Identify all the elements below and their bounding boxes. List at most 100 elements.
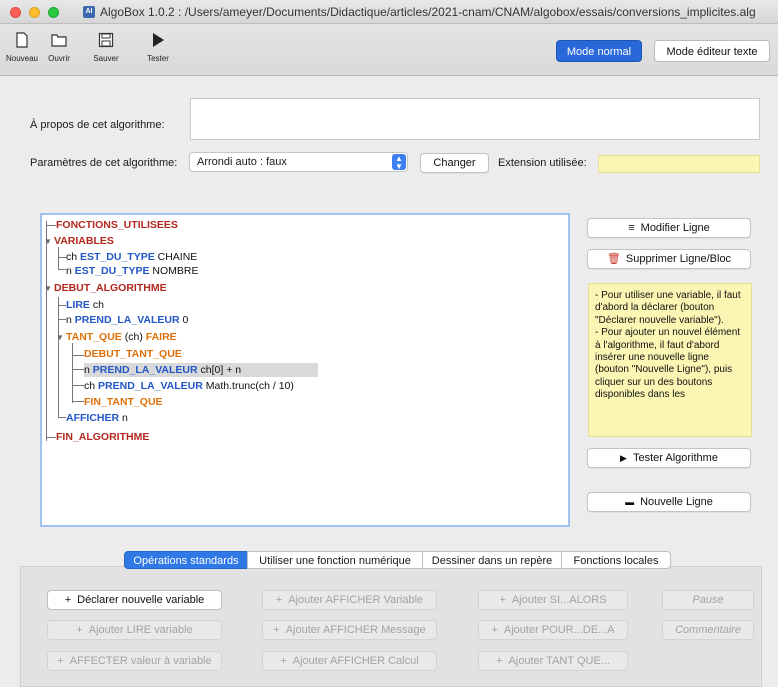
disclosure-triangle-icon[interactable]: ▼ bbox=[44, 235, 54, 249]
tree-line[interactable]: n PREND_LA_VALEUR 0 bbox=[66, 313, 188, 327]
add-while-label: Ajouter TANT QUE... bbox=[508, 655, 610, 667]
extension-field[interactable] bbox=[598, 155, 760, 173]
tree-keyword: FIN_ALGORITHME bbox=[56, 431, 150, 443]
tree-variable: n bbox=[66, 265, 72, 277]
declare-variable-button[interactable]: + Déclarer nouvelle variable bbox=[47, 590, 222, 610]
new-line-button[interactable]: ▬ Nouvelle Ligne bbox=[587, 492, 751, 512]
comment-button[interactable]: Commentaire bbox=[662, 620, 754, 640]
new-line-label: Nouvelle Ligne bbox=[640, 496, 713, 508]
tree-connector bbox=[72, 343, 73, 403]
add-for-button[interactable]: + Ajouter POUR...DE...A bbox=[478, 620, 628, 640]
parameters-label: Paramètres de cet algorithme: bbox=[30, 157, 178, 169]
add-read-label: Ajouter LIRE variable bbox=[88, 624, 193, 636]
plus-icon: + bbox=[76, 624, 83, 636]
tree-line[interactable]: ▼ VARIABLES bbox=[44, 234, 114, 248]
test-algorithm-button[interactable]: ▶ Tester Algorithme bbox=[587, 448, 751, 468]
plus-icon: + bbox=[280, 655, 287, 667]
tree-keyword: DEBUT_ALGORITHME bbox=[54, 282, 167, 294]
tree-line[interactable]: ▼ TANT_QUE (ch) FAIRE bbox=[56, 330, 177, 344]
tree-value: NOMBRE bbox=[152, 265, 199, 277]
add-while-button[interactable]: + Ajouter TANT QUE... bbox=[478, 651, 628, 671]
about-textbox[interactable] bbox=[190, 98, 760, 140]
tree-variable: n bbox=[66, 314, 72, 326]
tab-standard-operations[interactable]: Opérations standards bbox=[124, 551, 248, 569]
mode-normal-button[interactable]: Mode normal bbox=[556, 40, 642, 62]
tree-line[interactable]: n EST_DU_TYPE NOMBRE bbox=[66, 264, 198, 278]
zoom-window-icon[interactable] bbox=[48, 7, 59, 18]
tree-value: n bbox=[122, 412, 128, 424]
tree-connector bbox=[46, 225, 56, 226]
tree-line[interactable]: ch PREND_LA_VALEUR Math.trunc(ch / 10) bbox=[84, 379, 294, 393]
tree-connector bbox=[58, 257, 66, 258]
modify-line-label: Modifier Ligne bbox=[640, 222, 710, 234]
tree-connector bbox=[72, 401, 84, 402]
test-algorithm-label: Tester Algorithme bbox=[632, 452, 718, 464]
delete-line-button[interactable]: 🗑 Supprimer Ligne/Bloc bbox=[587, 249, 751, 269]
tree-line[interactable]: ch EST_DU_TYPE CHAINE bbox=[66, 250, 197, 264]
tree-value: 0 bbox=[182, 314, 189, 326]
add-if-button[interactable]: + Ajouter SI...ALORS bbox=[478, 590, 628, 610]
test-button[interactable]: Tester bbox=[136, 30, 180, 70]
save-icon bbox=[98, 32, 114, 48]
parameters-select[interactable]: Arrondi auto : faux ▲ ▼ bbox=[189, 152, 408, 172]
tree-connector bbox=[58, 247, 59, 269]
tree-line[interactable]: FONCTIONS_UTILISEES bbox=[56, 218, 178, 232]
tree-keyword: DEBUT_TANT_QUE bbox=[84, 348, 182, 360]
tree-line[interactable]: DEBUT_TANT_QUE bbox=[84, 347, 182, 361]
tree-variable: n bbox=[84, 364, 90, 376]
about-label: À propos de cet algorithme: bbox=[30, 119, 165, 131]
tree-connector bbox=[72, 369, 84, 370]
tree-line[interactable]: FIN_ALGORITHME bbox=[56, 430, 149, 444]
open-button[interactable]: Ouvrir bbox=[37, 30, 81, 70]
add-print-variable-button[interactable]: + Ajouter AFFICHER Variable bbox=[262, 590, 437, 610]
tree-line-selected[interactable]: n PREND_LA_VALEUR ch[0] + n bbox=[84, 363, 318, 377]
tree-value: CHAINE bbox=[157, 251, 198, 263]
tree-value: ch[0] + n bbox=[200, 364, 242, 376]
tree-line[interactable]: FIN_TANT_QUE bbox=[84, 395, 163, 409]
save-button[interactable]: Sauver bbox=[84, 30, 128, 70]
tree-connector bbox=[58, 319, 66, 320]
add-print-variable-label: Ajouter AFFICHER Variable bbox=[288, 594, 424, 606]
disclosure-triangle-icon[interactable]: ▼ bbox=[56, 331, 66, 345]
modify-line-button[interactable]: ≡ Modifier Ligne bbox=[587, 218, 751, 238]
algobox-app-icon: AI bbox=[83, 6, 95, 18]
tree-value: Math.trunc(ch / 10) bbox=[205, 380, 294, 392]
plus-icon: + bbox=[273, 624, 280, 636]
tab-draw-frame[interactable]: Dessiner dans un repère bbox=[422, 551, 562, 569]
parameters-selected-value: Arrondi auto : faux bbox=[197, 156, 287, 168]
disclosure-triangle-icon[interactable]: ▼ bbox=[44, 282, 54, 296]
change-button[interactable]: Changer bbox=[420, 153, 489, 173]
tab-numeric-function[interactable]: Utiliser une fonction numérique bbox=[247, 551, 423, 569]
tree-keyword: VARIABLES bbox=[54, 235, 114, 247]
tree-line[interactable]: ▼ DEBUT_ALGORITHME bbox=[44, 281, 167, 295]
close-window-icon[interactable] bbox=[10, 7, 21, 18]
minimize-window-icon[interactable] bbox=[29, 7, 40, 18]
tree-line[interactable]: LIRE ch bbox=[66, 298, 104, 312]
tree-keyword: EST_DU_TYPE bbox=[74, 265, 150, 277]
tree-keyword: EST_DU_TYPE bbox=[80, 251, 155, 263]
add-if-label: Ajouter SI...ALORS bbox=[511, 594, 607, 606]
plus-icon: + bbox=[491, 624, 498, 636]
tree-keyword: FONCTIONS_UTILISEES bbox=[56, 219, 178, 231]
open-button-label: Ouvrir bbox=[48, 54, 70, 63]
tab-local-functions[interactable]: Fonctions locales bbox=[561, 551, 671, 569]
add-print-message-button[interactable]: + Ajouter AFFICHER Message bbox=[262, 620, 437, 640]
pause-button[interactable]: Pause bbox=[662, 590, 754, 610]
add-print-calc-label: Ajouter AFFICHER Calcul bbox=[292, 655, 419, 667]
assign-value-button[interactable]: + AFFECTER valeur à variable bbox=[47, 651, 222, 671]
tree-keyword: AFFICHER bbox=[66, 412, 120, 424]
play-icon: ▶ bbox=[620, 453, 627, 463]
plus-icon: + bbox=[499, 594, 506, 606]
delete-line-label: Supprimer Ligne/Bloc bbox=[625, 253, 732, 265]
tree-value: (ch) bbox=[124, 331, 143, 343]
algorithm-tree[interactable]: FONCTIONS_UTILISEES ▼ VARIABLES ch EST_DU… bbox=[40, 213, 570, 527]
plus-icon: + bbox=[275, 594, 283, 606]
tree-line[interactable]: AFFICHER n bbox=[66, 411, 128, 425]
mode-editor-button[interactable]: Mode éditeur texte bbox=[654, 40, 770, 62]
add-print-calc-button[interactable]: + Ajouter AFFICHER Calcul bbox=[262, 651, 437, 671]
hamburger-icon: ≡ bbox=[628, 222, 635, 234]
tree-keyword: PREND_LA_VALEUR bbox=[98, 380, 203, 392]
add-read-button[interactable]: + Ajouter LIRE variable bbox=[47, 620, 222, 640]
assign-value-label: AFFECTER valeur à variable bbox=[69, 655, 212, 667]
tree-keyword: FAIRE bbox=[145, 331, 177, 343]
